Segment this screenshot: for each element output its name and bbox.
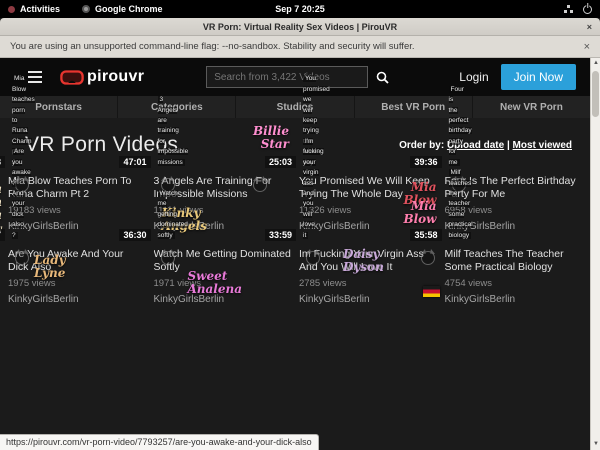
- video-views: 19183 views: [8, 205, 146, 216]
- window-close-button[interactable]: ×: [587, 18, 592, 36]
- video-card: Runa Charm & Mia Blow Mia Blow teaches p…: [8, 171, 146, 234]
- chrome-infobar: You are using an unsupported command-lin…: [0, 36, 600, 58]
- system-tray[interactable]: [564, 5, 592, 14]
- studio-link[interactable]: KinkyGirlsBerlin: [445, 294, 516, 305]
- scrollbar-down-icon[interactable]: ▼: [591, 439, 600, 450]
- activities-button[interactable]: Activities: [20, 4, 60, 14]
- vr-goggles-icon: [60, 70, 84, 85]
- video-grid: Runa Charm & Mia Blow Mia Blow teaches p…: [0, 157, 590, 307]
- heading-row: VR Porn Videos Order by: Upload date | M…: [0, 118, 590, 157]
- search-bar: [206, 65, 396, 89]
- video-views: 2785 views: [299, 278, 437, 289]
- window-title: VR Porn: Virtual Reality Sex Videos | Pi…: [203, 22, 397, 32]
- scrollbar-up-icon[interactable]: ▲: [591, 58, 600, 69]
- site-viewport: pirouvr Login Join Now Pornstars Categor…: [0, 58, 590, 450]
- order-by: Order by: Upload date | Most viewed: [399, 140, 572, 151]
- site-header: pirouvr Login Join Now: [0, 58, 590, 96]
- logo-text: pirouvr: [87, 68, 144, 86]
- video-views: 4754 views: [445, 278, 583, 289]
- video-card: Sweet Analena Watch me getting dominated…: [154, 244, 292, 307]
- video-title[interactable]: Milf Teaches The Teacher Some Practical …: [445, 248, 583, 273]
- login-link[interactable]: Login: [459, 70, 488, 84]
- video-card: Mia Blow Milf teaches the teacher some p…: [445, 244, 583, 307]
- status-url-bubble: https://pirouvr.com/vr-porn-video/779325…: [0, 434, 319, 450]
- video-views: 1975 views: [8, 278, 146, 289]
- infobar-message: You are using an unsupported command-lin…: [10, 41, 415, 52]
- order-link-most-viewed[interactable]: Most viewed: [513, 140, 572, 151]
- scrollbar-thumb[interactable]: [592, 71, 599, 117]
- menu-icon[interactable]: [28, 71, 42, 83]
- main-nav: Pornstars Categories Studios Best VR Por…: [0, 96, 590, 118]
- auth-area: Login Join Now: [459, 64, 576, 90]
- window-titlebar: VR Porn: Virtual Reality Sex Videos | Pi…: [0, 18, 600, 36]
- active-app-menu[interactable]: Google Chrome: [95, 4, 163, 14]
- power-icon: [583, 5, 592, 14]
- network-icon: [564, 5, 573, 13]
- video-card: Lady Lyne Are you awake ? And your dick …: [8, 244, 146, 307]
- nav-item-new-vr-porn[interactable]: New VR Porn: [472, 96, 590, 118]
- video-card: Daisy Dyson I'm fucking your virgin ass …: [299, 244, 437, 307]
- studio-link[interactable]: KinkyGirlsBerlin: [8, 294, 79, 305]
- order-by-label: Order by:: [399, 140, 444, 151]
- search-button[interactable]: [368, 65, 396, 89]
- vertical-scrollbar[interactable]: ▲ ▼: [590, 58, 600, 450]
- desktop-top-bar: Activities Google Chrome Sep 7 20:25: [0, 0, 600, 18]
- site-logo[interactable]: pirouvr: [60, 68, 144, 86]
- nav-item-studios[interactable]: Studios: [235, 96, 353, 118]
- search-icon: [376, 71, 389, 84]
- join-now-button[interactable]: Join Now: [501, 64, 576, 90]
- recording-indicator-icon: [8, 6, 15, 13]
- studio-link[interactable]: KinkyGirlsBerlin: [299, 294, 370, 305]
- infobar-close-icon[interactable]: ×: [584, 41, 590, 53]
- chrome-app-icon: [82, 5, 90, 13]
- page-title: VR Porn Videos: [25, 133, 178, 157]
- desktop-clock[interactable]: Sep 7 20:25: [275, 0, 325, 18]
- search-input[interactable]: [206, 66, 368, 88]
